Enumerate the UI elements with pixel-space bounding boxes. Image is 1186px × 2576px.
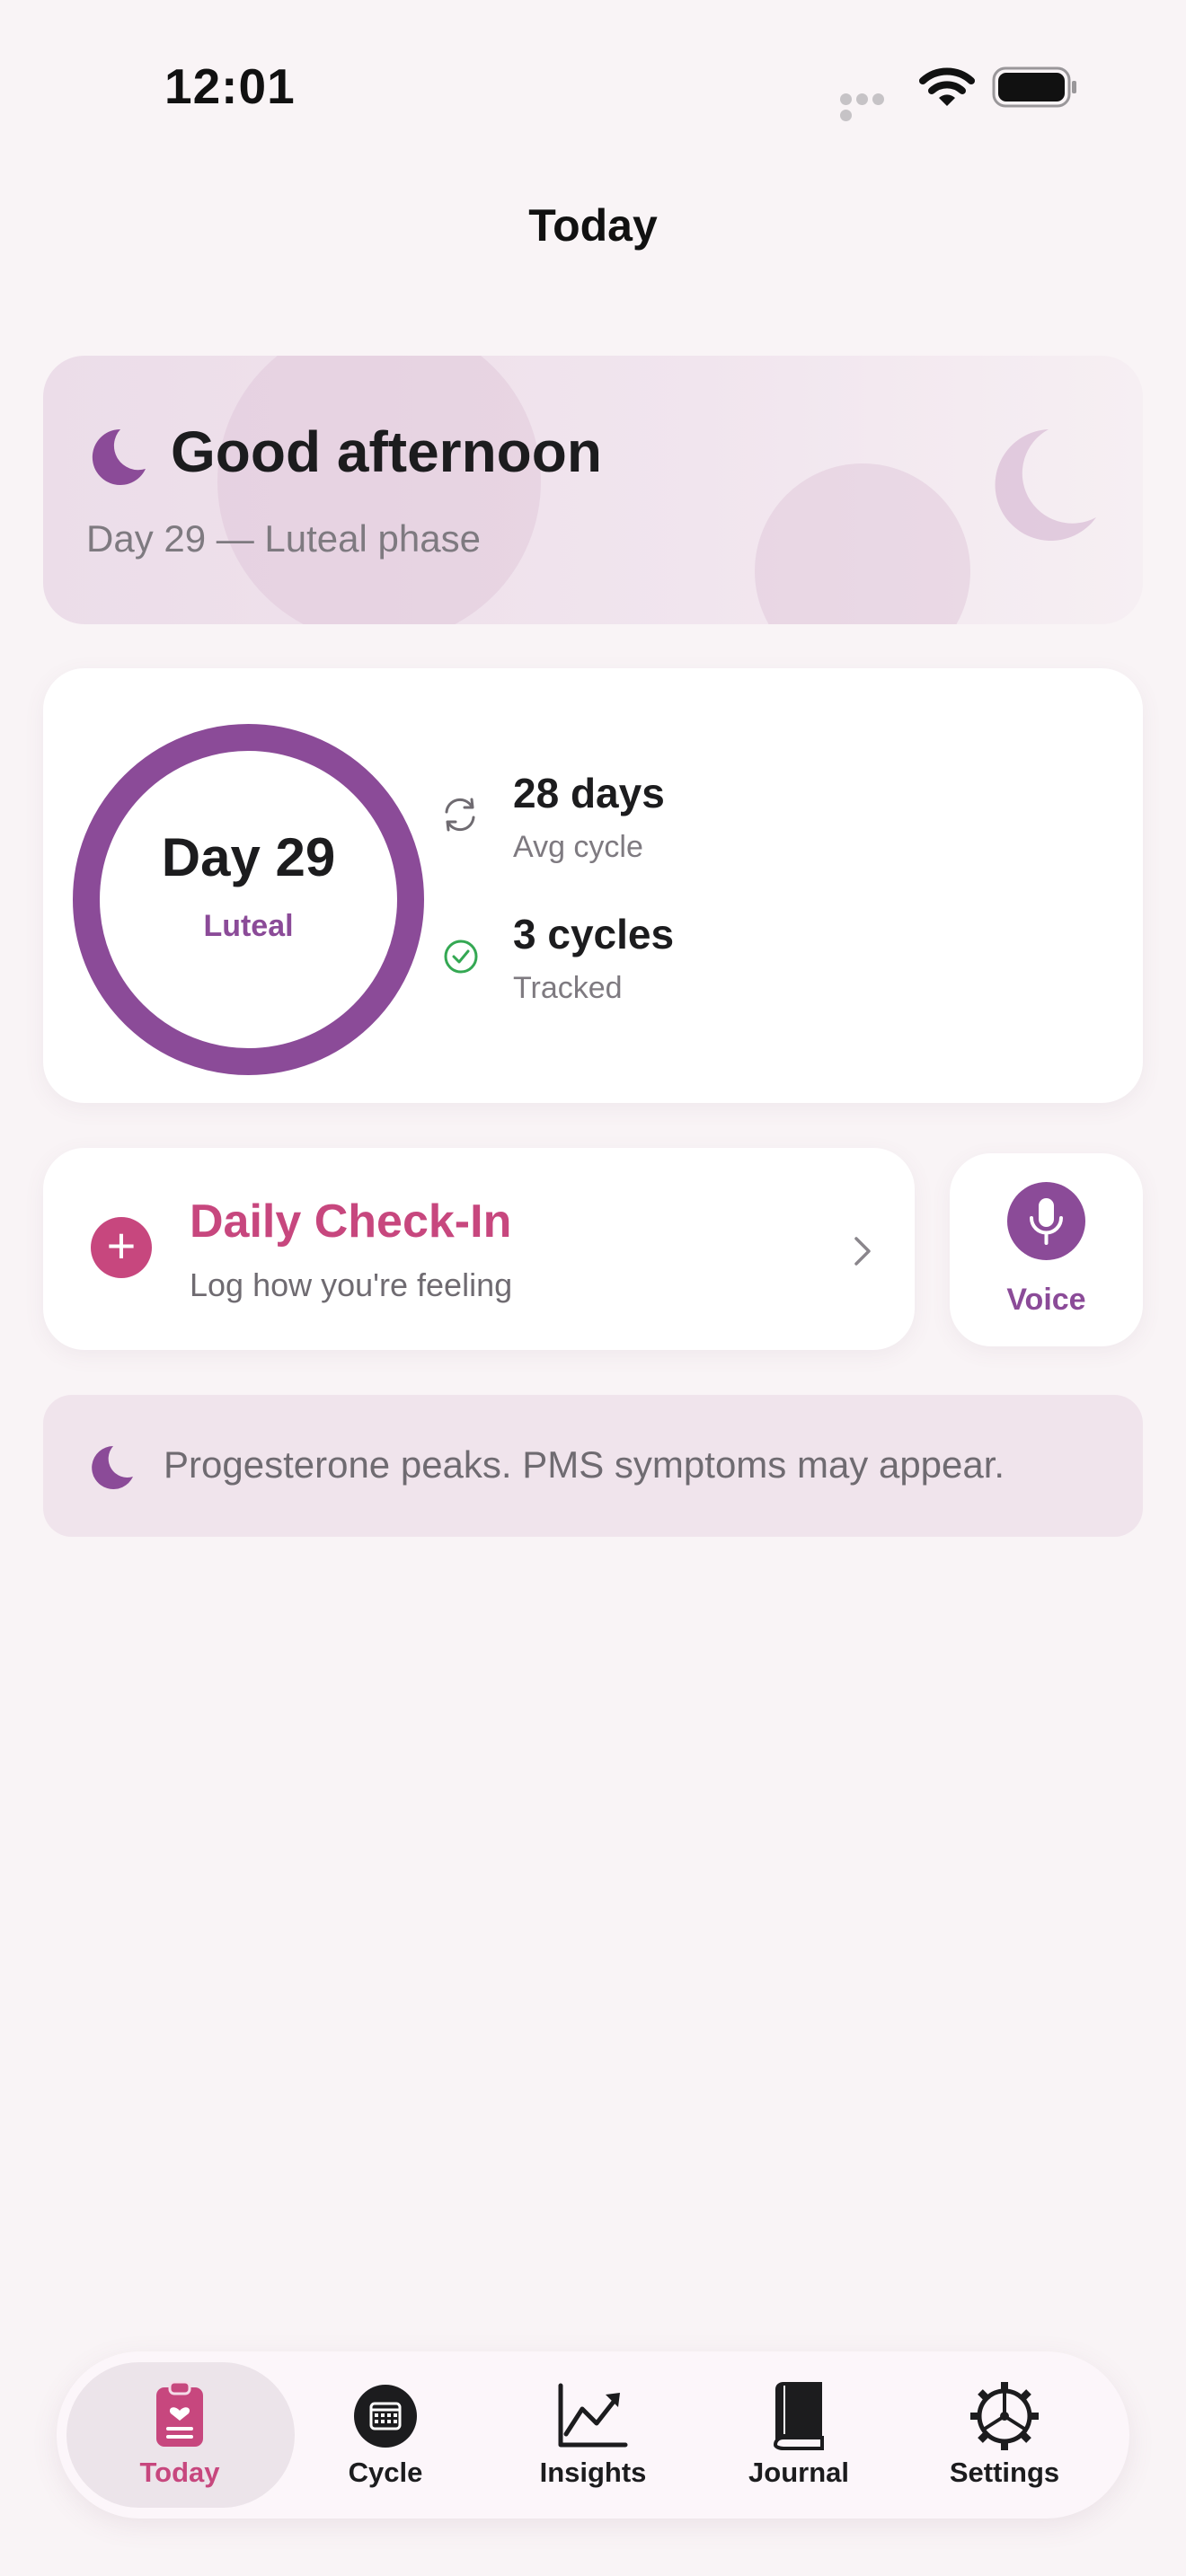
tab-today[interactable]: Today: [90, 2371, 270, 2506]
signal-dots-icon: [840, 93, 903, 121]
moon-decor-icon: [995, 429, 1096, 541]
tab-settings-label: Settings: [949, 2457, 1060, 2488]
greeting-title: Good afternoon: [171, 419, 602, 484]
battery-icon: [992, 66, 1076, 108]
cycle-phase-label: Luteal: [203, 909, 294, 943]
checkin-subtitle: Log how you're feeling: [190, 1266, 513, 1303]
page-title: Today: [528, 200, 658, 251]
status-time: 12:01: [164, 58, 296, 114]
chevron-right-icon: [854, 1237, 871, 1266]
tab-insights-label: Insights: [539, 2457, 647, 2488]
greeting-card: Good afternoon Day 29 — Luteal phase: [43, 356, 1143, 624]
chart-line-icon: [558, 2383, 628, 2448]
cycle-day-ring: [73, 724, 424, 1075]
gear-icon: [970, 2382, 1039, 2450]
decorative-circle: [217, 356, 541, 624]
book-icon: [773, 2382, 824, 2450]
phase-tip-text: Progesterone peaks. PMS symptoms may app…: [164, 1443, 1005, 1486]
tab-cycle-label: Cycle: [348, 2457, 423, 2488]
wifi-icon: [919, 67, 975, 106]
refresh-icon: [445, 798, 475, 832]
tracked-cycles-value: 3 cycles: [513, 911, 675, 957]
checkin-title: Daily Check-In: [190, 1195, 512, 1248]
moon-icon: [92, 428, 146, 485]
tracked-cycles-label: Tracked: [513, 971, 623, 1005]
tab-settings[interactable]: Settings: [915, 2371, 1094, 2506]
voice-label: Voice: [1006, 1283, 1086, 1317]
tab-insights[interactable]: Insights: [503, 2371, 683, 2506]
greeting-subtitle: Day 29 — Luteal phase: [86, 517, 481, 560]
microphone-icon: [1007, 1182, 1085, 1260]
avg-cycle-label: Avg cycle: [513, 830, 643, 864]
avg-cycle-value: 28 days: [513, 770, 665, 816]
cycle-day-label: Day 29: [161, 827, 336, 887]
moon-icon: [92, 1446, 133, 1489]
tab-journal-label: Journal: [748, 2457, 849, 2488]
plus-icon: +: [91, 1217, 152, 1278]
tab-cycle[interactable]: Cycle: [296, 2371, 475, 2506]
decorative-circle: [755, 463, 970, 624]
check-circle-icon: [444, 940, 478, 974]
clipboard-heart-icon: [156, 2380, 203, 2447]
tab-journal[interactable]: Journal: [709, 2371, 889, 2506]
daily-checkin-button[interactable]: [43, 1148, 915, 1350]
calendar-icon: [354, 2385, 417, 2448]
tab-today-label: Today: [139, 2457, 220, 2488]
